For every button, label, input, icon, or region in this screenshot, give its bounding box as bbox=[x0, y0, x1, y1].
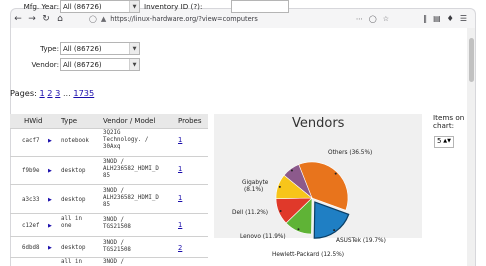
bookmark-star-icon[interactable]: ☆ bbox=[383, 15, 389, 23]
mfg-year-label: Mfg. Year: bbox=[23, 2, 59, 11]
pages-ellipsis: ... bbox=[62, 88, 71, 98]
items-on-chart-label: Items on chart: bbox=[433, 113, 465, 130]
expand-arrow-icon[interactable]: ▶ bbox=[48, 168, 52, 174]
url-text: https://linux-hardware.org/?view=compute… bbox=[110, 14, 258, 23]
page-link-last[interactable]: 1735 bbox=[73, 88, 94, 98]
type-cell: notebook bbox=[61, 138, 89, 144]
model-cell-line: 3NOD / bbox=[103, 159, 124, 165]
vendor-label: Vendor: bbox=[31, 60, 59, 69]
model-cell-line: 30Axq bbox=[103, 144, 121, 150]
hwid-cell[interactable]: f9b9e bbox=[22, 168, 39, 175]
chevron-down-icon: ▼ bbox=[129, 1, 139, 12]
model-cell-line: Technology. / bbox=[103, 137, 149, 143]
expand-arrow-icon[interactable]: ▶ bbox=[48, 223, 52, 229]
hwid-cell[interactable]: c12ef bbox=[22, 223, 39, 230]
scroll-thumb[interactable] bbox=[469, 38, 474, 82]
library-icon[interactable]: ‖ bbox=[423, 14, 427, 23]
hwid-cell[interactable]: cacf7 bbox=[22, 138, 39, 145]
model-cell-line: ALH236582_HDMI_D bbox=[103, 195, 159, 201]
model-cell-line: TGS21508 bbox=[103, 224, 131, 230]
model-cell-line: 3NOD / bbox=[103, 188, 124, 194]
menu-icon[interactable]: ☰ bbox=[460, 14, 467, 23]
pie-slice-label: Gigabyte (8.1%) bbox=[242, 180, 269, 193]
pages-label: Pages: bbox=[10, 88, 37, 98]
model-cell-line: TGS21508 bbox=[103, 247, 131, 253]
chevron-down-icon: ▼ bbox=[129, 59, 139, 70]
page-link-3[interactable]: 3 bbox=[55, 88, 60, 98]
scrollbar[interactable] bbox=[467, 28, 475, 266]
model-cell-line: 3NOD / bbox=[103, 259, 124, 265]
items-on-chart-value: 5 bbox=[437, 137, 442, 145]
column-header-vendor-model: Vendor / Model bbox=[103, 117, 156, 125]
lock-icon: ▲ bbox=[100, 14, 107, 23]
hwid-cell[interactable]: a3c33 bbox=[22, 197, 39, 204]
probes-link[interactable]: 1 bbox=[178, 137, 182, 144]
pagination: Pages: 1 2 3 ... 1735 bbox=[10, 88, 94, 98]
vendors-chart-panel: Vendors Others (36.5%) ASUSTek (19.7%) Hew… bbox=[214, 114, 422, 258]
pie-label-marker bbox=[297, 228, 300, 231]
type-value: All (86726) bbox=[63, 44, 102, 53]
back-icon[interactable]: ← bbox=[11, 11, 25, 27]
model-cell-line: ALH236582_HDMI_D bbox=[103, 166, 159, 172]
type-cell: desktop bbox=[61, 245, 86, 251]
model-cell-line: 3NOD / bbox=[103, 217, 124, 223]
type-label: Type: bbox=[40, 44, 59, 53]
chevron-down-icon: ▼ bbox=[129, 43, 139, 54]
vendor-value: All (86726) bbox=[63, 60, 102, 69]
type-cell: all in one bbox=[61, 216, 82, 229]
type-cell: desktop bbox=[61, 168, 86, 174]
reload-icon[interactable]: ↻ bbox=[39, 11, 53, 27]
pie-label-marker bbox=[334, 172, 337, 175]
vendors-pie-chart: Others (36.5%) ASUSTek (19.7%) Hewlett-Pac… bbox=[232, 150, 386, 258]
address-bar[interactable]: ◯ ▲ https://linux-hardware.org/?view=com… bbox=[89, 12, 389, 26]
pie-slice-label: Lenovo (11.9%) bbox=[240, 234, 286, 240]
page-actions-icon[interactable]: ⋯ bbox=[356, 15, 363, 23]
pie-slice-label: Others (36.5%) bbox=[328, 150, 372, 156]
page-link-2[interactable]: 2 bbox=[47, 88, 52, 98]
vendor-select[interactable]: All (86726) ▼ bbox=[60, 58, 140, 71]
probes-link[interactable]: 1 bbox=[178, 195, 182, 202]
pie-slice-label: Dell (11.2%) bbox=[232, 210, 268, 216]
mfg-year-value: All (86726) bbox=[63, 2, 102, 11]
expand-arrow-icon[interactable]: ▶ bbox=[48, 197, 52, 203]
page-link-1[interactable]: 1 bbox=[39, 88, 44, 98]
probes-link[interactable]: 2 bbox=[178, 245, 182, 252]
column-header-probes: Probes bbox=[178, 117, 202, 125]
sidebar-icon[interactable]: ▤ bbox=[433, 14, 441, 23]
model-cell-line: 3NOD / bbox=[103, 240, 124, 246]
pie-slice-label: ASUSTek (19.7%) bbox=[336, 238, 386, 244]
hwid-cell[interactable]: 6dbd8 bbox=[22, 245, 39, 252]
type-cell: all in bbox=[61, 259, 82, 265]
column-header-hwid: HWid bbox=[24, 117, 43, 125]
model-cell-line: 85 bbox=[103, 173, 110, 179]
inventory-id-label: Inventory ID (?): bbox=[144, 2, 203, 11]
type-cell: desktop bbox=[61, 197, 86, 203]
probes-link[interactable]: 1 bbox=[178, 222, 182, 229]
type-select[interactable]: All (86726) ▼ bbox=[60, 42, 140, 55]
extension-icon[interactable]: ♦ bbox=[447, 14, 454, 23]
pie-slice-label: Hewlett-Packard (12.5%) bbox=[272, 252, 344, 258]
pie-label-marker bbox=[290, 169, 293, 172]
model-cell-line: 3Q2IG bbox=[103, 130, 121, 136]
expand-arrow-icon[interactable]: ▶ bbox=[48, 245, 52, 251]
inventory-id-input[interactable] bbox=[231, 0, 289, 13]
pocket-icon[interactable]: ◯ bbox=[369, 15, 377, 23]
pie-label-marker bbox=[279, 210, 282, 213]
model-cell-line: 85 bbox=[103, 202, 110, 208]
pie-label-marker bbox=[333, 229, 336, 232]
shield-icon: ◯ bbox=[89, 14, 97, 23]
chevron-down-icon: ▲▼ bbox=[443, 138, 451, 144]
mfg-year-select[interactable]: All (86726) ▼ bbox=[60, 0, 140, 13]
probes-link[interactable]: 1 bbox=[178, 166, 182, 173]
expand-arrow-icon[interactable]: ▶ bbox=[48, 138, 52, 144]
items-on-chart-select[interactable]: 5 ▲▼ bbox=[434, 136, 454, 148]
column-header-type: Type bbox=[61, 117, 78, 125]
forward-icon[interactable]: → bbox=[25, 11, 39, 27]
pie-label-marker bbox=[278, 185, 281, 188]
